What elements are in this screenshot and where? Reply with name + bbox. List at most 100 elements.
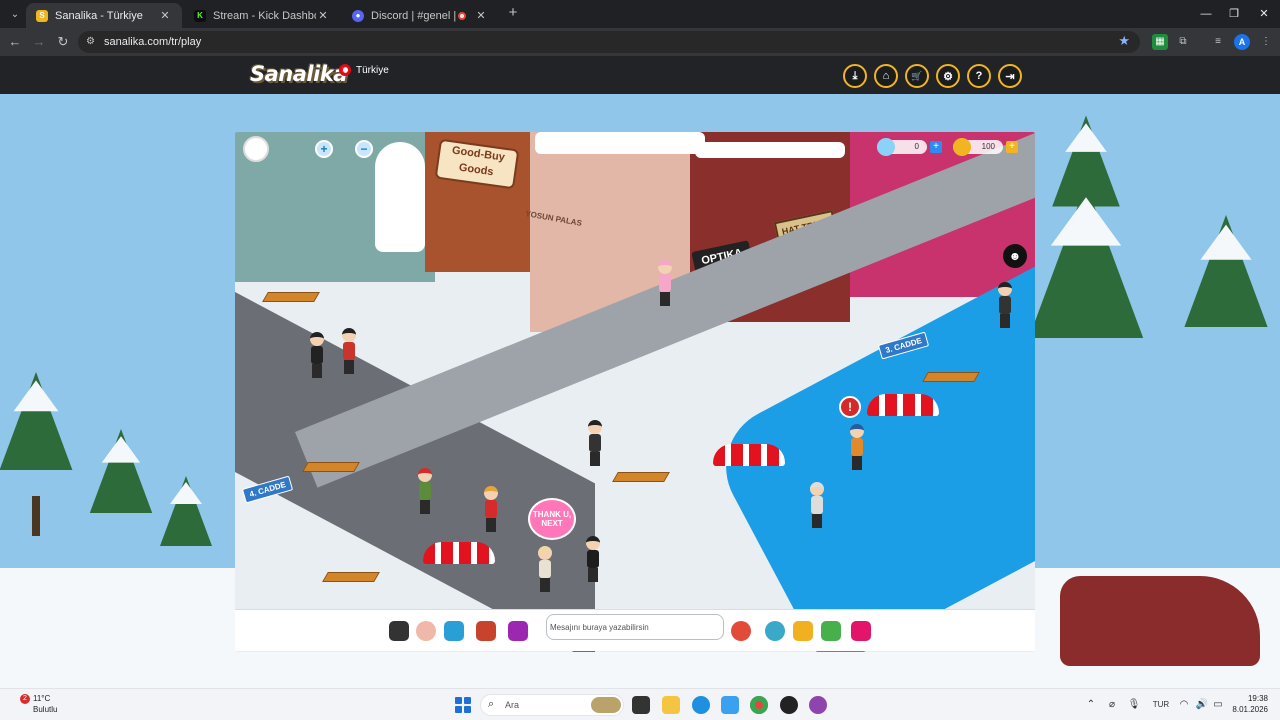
player-profile-avatar[interactable] [243, 136, 269, 162]
chrome-icon[interactable] [750, 696, 768, 714]
add-diamonds-button[interactable]: + [930, 141, 942, 153]
maximize-button[interactable]: ❐ [1224, 5, 1244, 23]
beach-umbrella [713, 444, 785, 466]
start-button[interactable] [455, 697, 471, 713]
volume-icon[interactable]: 🔊 [1194, 697, 1210, 713]
tab-kick-dashboard[interactable]: K Stream - Kick Dashboard ✕ [184, 3, 340, 28]
file-explorer-icon[interactable] [662, 696, 680, 714]
pet-icon[interactable] [765, 621, 785, 641]
download-button[interactable]: ⤓ [843, 64, 867, 88]
trophy-icon[interactable] [793, 621, 813, 641]
extension-icon[interactable]: ▦ [1152, 34, 1168, 50]
dance-icon[interactable] [508, 621, 528, 641]
coin-icon [953, 138, 971, 156]
wifi-icon[interactable]: ◠ [1176, 697, 1192, 713]
add-coins-button[interactable]: + [1006, 141, 1018, 153]
taskbar-search[interactable]: ⌕ Ara [480, 694, 624, 716]
windows-taskbar: 2 11°C Bulutlu ⌕ Ara ⌃ ⌀ 🎙 TUR ◠ 🔊 ▭ 19:… [0, 688, 1280, 720]
player-avatar[interactable] [847, 424, 867, 470]
player-avatar[interactable] [307, 332, 327, 378]
help-button[interactable]: ? [967, 64, 991, 88]
friends-icon[interactable] [416, 621, 436, 641]
network-off-icon[interactable]: ⌀ [1104, 697, 1120, 713]
edge-icon[interactable] [692, 696, 710, 714]
shop-button[interactable]: 🛒 [905, 64, 929, 88]
tab-sanalika[interactable]: S Sanalika - Türkiye ✕ [26, 3, 182, 28]
site-info-icon[interactable]: ⚙ [86, 36, 98, 48]
emote-icon[interactable]: ☻ [1003, 244, 1027, 268]
logout-button[interactable]: ⇥ [998, 64, 1022, 88]
forward-button[interactable]: → [30, 33, 48, 51]
phone-icon[interactable] [389, 621, 409, 641]
speech-bubble: THANK U, NEXT [528, 498, 576, 540]
settings-icon: ⚙ [943, 70, 953, 83]
tab-discord[interactable]: ● Discord | #genel | survivor ✕ [342, 3, 498, 28]
chat-input[interactable] [546, 614, 724, 640]
bench[interactable] [612, 472, 670, 482]
system-clock[interactable]: 19:38 8.01.2026 [1226, 693, 1268, 715]
obs-icon[interactable] [780, 696, 798, 714]
logout-icon: ⇥ [1005, 70, 1015, 83]
clock-time: 19:38 [1247, 694, 1268, 703]
home-button[interactable]: ⌂ [874, 64, 898, 88]
diamond-icon [877, 138, 895, 156]
player-avatar[interactable] [481, 486, 501, 532]
alert-icon[interactable]: ! [839, 396, 861, 418]
player-avatar[interactable] [655, 260, 675, 306]
player-avatar[interactable] [339, 328, 359, 374]
tab-title: Sanalika - Türkiye [55, 9, 143, 22]
player-avatar[interactable] [995, 282, 1015, 328]
beach-umbrella [423, 542, 495, 564]
bench[interactable] [322, 572, 380, 582]
zoom-in-button[interactable]: + [315, 140, 333, 158]
close-tab-icon[interactable]: ✕ [474, 9, 488, 22]
show-hidden-icons[interactable]: ⌃ [1083, 697, 1099, 713]
app-icon[interactable] [809, 696, 827, 714]
new-tab-button[interactable]: + [505, 5, 521, 21]
back-button[interactable]: ← [6, 33, 24, 51]
menu-dropdown-icon[interactable] [851, 621, 871, 641]
inventory-icon[interactable] [476, 621, 496, 641]
browser-menu-icon[interactable]: ⋮ [1258, 34, 1274, 50]
sanalika-logo[interactable]: Sanalika [250, 62, 347, 86]
help-icon: ? [975, 70, 983, 82]
player-avatar[interactable] [807, 482, 827, 528]
player-avatar[interactable] [585, 420, 605, 466]
roof-snow [535, 132, 705, 154]
copilot-icon[interactable] [721, 696, 739, 714]
tab-search-button[interactable]: ⌄ [6, 5, 24, 23]
media-controls-icon[interactable]: ≡ [1210, 34, 1226, 50]
profile-avatar[interactable]: A [1234, 34, 1250, 50]
address-bar[interactable]: ⚙ sanalika.com/tr/play ★ [78, 31, 1140, 53]
player-avatar[interactable] [415, 468, 435, 514]
weather-condition: Bulutlu [33, 705, 58, 714]
clock-date: 8.01.2026 [1232, 705, 1268, 714]
player-avatar[interactable] [535, 546, 555, 592]
bench[interactable] [922, 372, 980, 382]
minimize-button[interactable]: — [1196, 5, 1216, 23]
settings-button[interactable]: ⚙ [936, 64, 960, 88]
game-viewport[interactable]: Good-Buy Goods YOSUN PALAS OPTIKA HAT-TR… [235, 132, 1035, 652]
microphone-icon[interactable]: 🎙 [1126, 697, 1142, 713]
close-tab-icon[interactable]: ✕ [158, 9, 172, 22]
bookmark-star-icon[interactable]: ★ [1118, 33, 1130, 49]
region-selector[interactable]: Türkiye [339, 64, 389, 76]
player-avatar[interactable] [583, 536, 603, 582]
close-tab-icon[interactable]: ✕ [316, 9, 330, 22]
zoom-out-button[interactable]: − [355, 140, 373, 158]
recording-icon [458, 11, 466, 20]
extensions-puzzle-icon[interactable]: ⧉ [1175, 34, 1191, 50]
task-view-icon[interactable] [632, 696, 650, 714]
battery-icon[interactable]: ▭ [1210, 697, 1226, 713]
wardrobe-icon[interactable] [444, 621, 464, 641]
header-buttons: ⤓ ⌂ 🛒 ⚙ ? ⇥ [843, 64, 1022, 88]
bench[interactable] [262, 292, 320, 302]
bench[interactable] [302, 462, 360, 472]
language-indicator[interactable]: TUR [1150, 697, 1172, 713]
search-highlight-image [591, 697, 621, 713]
island-icon[interactable] [821, 621, 841, 641]
reload-button[interactable]: ↻ [54, 33, 72, 51]
close-window-button[interactable]: ✕ [1254, 5, 1274, 23]
search-icon: ⌕ [488, 698, 495, 710]
chat-bubble-icon[interactable] [731, 621, 751, 641]
